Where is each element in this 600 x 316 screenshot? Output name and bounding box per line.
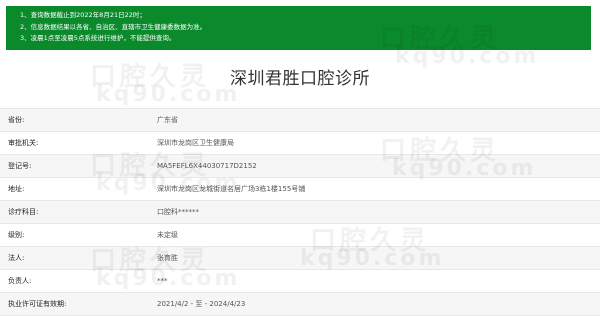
- province-label: 省份:: [0, 108, 147, 132]
- clinic-title: 深圳君胜口腔诊所: [230, 69, 370, 89]
- principal-label: 负责人:: [0, 269, 147, 293]
- departments-label: 诊疗科目:: [0, 200, 147, 224]
- notice-banner: 1、查询数据截止到2022年8月21日22时； 2、信息数据结果以各省、自治区、…: [6, 6, 591, 50]
- table-row-departments: 诊疗科目: 口腔科******: [0, 200, 600, 224]
- table-row-province: 省份: 广东省: [0, 108, 600, 132]
- table-row-address: 地址: 深圳市龙岗区龙城街道名居广场3栋1楼155号铺: [0, 177, 600, 201]
- level-value: 未定级: [147, 223, 600, 247]
- notice-text-2: 2、信息数据结果以各省、自治区、直辖市卫生健康委数据为准。: [20, 22, 207, 31]
- notice-line-2: 2、信息数据结果以各省、自治区、直辖市卫生健康委数据为准。: [14, 22, 591, 34]
- table-row-authority: 审批机关: 深圳市龙岗区卫生健康局: [0, 131, 600, 155]
- table-row-level: 级别: 未定级: [0, 223, 600, 247]
- table-row-legal-person: 法人: 张育胜: [0, 246, 600, 270]
- table-row-registration: 登记号: MA5FEFL6X44030717D2152: [0, 154, 600, 178]
- authority-label: 审批机关:: [0, 131, 147, 155]
- legal-person-label: 法人:: [0, 246, 147, 270]
- notice-line-1: 1、查询数据截止到2022年8月21日22时；: [14, 10, 591, 22]
- notice-text-3: 3、凌晨1点至凌晨5点系统进行维护，不能提供查询。: [20, 34, 176, 42]
- legal-person-value: 张育胜: [147, 246, 600, 270]
- level-label: 级别:: [0, 223, 147, 247]
- address-label: 地址:: [0, 177, 147, 201]
- authority-value: 深圳市龙岗区卫生健康局: [147, 131, 600, 155]
- registration-label: 登记号:: [0, 154, 147, 178]
- table-row-principal: 负责人: ***: [0, 269, 600, 293]
- registration-value: MA5FEFL6X44030717D2152: [147, 154, 600, 178]
- license-validity-label: 执业许可证有效期:: [0, 292, 147, 316]
- principal-value: ***: [147, 269, 600, 293]
- notice-line-3: 3、凌晨1点至凌晨5点系统进行维护，不能提供查询。: [14, 33, 591, 45]
- departments-value: 口腔科******: [147, 200, 600, 224]
- table-row-license-validity: 执业许可证有效期: 2021/4/2 - 至 - 2024/4/23: [0, 292, 600, 316]
- address-value: 深圳市龙岗区龙城街道名居广场3栋1楼155号铺: [147, 177, 600, 201]
- clinic-info-table: 省份: 广东省 审批机关: 深圳市龙岗区卫生健康局 登记号: MA5FEFL6X…: [0, 108, 600, 316]
- province-value: 广东省: [147, 108, 600, 132]
- license-validity-value: 2021/4/2 - 至 - 2024/4/23: [147, 292, 600, 316]
- notice-text-1: 1、查询数据截止到2022年8月21日22时；: [20, 11, 146, 19]
